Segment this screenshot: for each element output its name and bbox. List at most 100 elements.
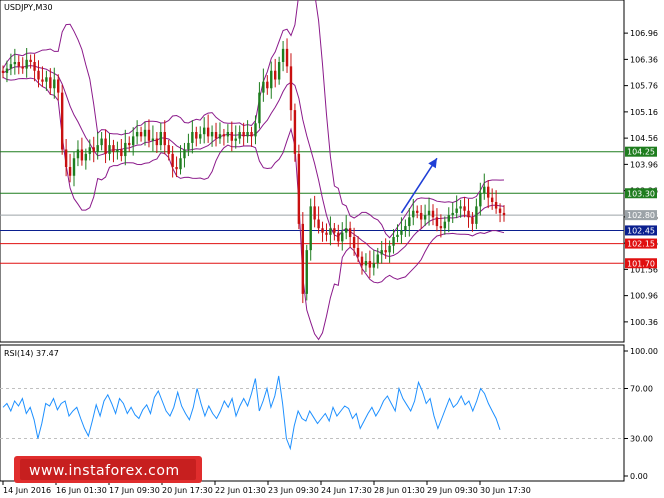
candle-body [273,70,277,80]
candle-body [262,81,265,93]
candle-body [289,66,293,111]
x-tick-label: 22 Jun 01:30 [215,486,266,495]
candle-body [408,217,411,227]
candle-body [25,59,28,69]
candle-body [226,132,230,137]
candle-body [376,254,379,264]
candle-body [9,64,13,69]
candle-body [104,138,107,154]
candle-body [187,142,190,150]
candle-body [45,77,48,82]
candle-body [293,110,297,154]
x-tick-label: 17 Jun 09:30 [109,486,160,495]
candle-body [341,232,344,242]
candle-body [329,228,332,235]
candle-body [321,228,324,233]
candle-body [475,206,478,224]
candle-body [479,193,482,207]
candle-body [195,132,198,139]
rsi-tick-label: 100.00 [630,347,658,356]
candle-body [427,210,431,216]
candle-body [147,129,151,141]
candle-body [17,62,20,67]
candle-body [210,132,214,137]
y-tick-label: 103.96 [630,160,658,169]
candle-body [372,263,376,268]
candle-body [60,92,64,150]
y-tick-label: 105.16 [630,108,658,117]
candle-body [494,202,498,209]
candle-body [490,197,494,202]
candle-body [471,217,474,224]
candle-body [246,132,249,137]
candle-body [467,210,470,218]
x-tick-label: 28 Jun 01:30 [374,486,425,495]
candle-body [191,132,194,143]
candle-body [317,219,320,229]
candle-body [21,66,24,69]
candle-body [37,70,40,80]
candle-body [412,210,415,218]
candle-body [498,208,502,213]
candle-body [502,212,506,216]
candle-body [419,212,423,220]
rsi-title: RSI(14) 37.47 [4,349,59,358]
candle-body [199,134,202,139]
candle-body [155,138,159,146]
y-tick-label: 106.36 [630,55,658,64]
rsi-y-axis: 100.00 70.00 30.00 0.00 [624,347,658,481]
rsi-tick-label: 30.00 [630,435,653,444]
rsi-tick-label: 0.00 [630,472,648,481]
candle-body [1,70,5,73]
candle-body [431,210,435,218]
candle-body [88,147,91,154]
candle-body [238,132,241,139]
candle-body [297,153,301,224]
candle-body [5,68,9,73]
candle-body [384,250,387,253]
candle-body [100,138,103,146]
candle-body [258,92,261,124]
candle-body [309,206,312,251]
candle-body [57,79,60,93]
x-tick-label: 29 Jun 09:30 [427,486,478,495]
candle-body [423,215,427,220]
x-tick-label: 24 Jun 17:30 [321,486,372,495]
y-tick-label: 100.96 [630,292,658,301]
candle-body [175,167,178,170]
candle-body [206,127,210,137]
candle-body [281,48,285,62]
candle-body [459,206,462,209]
x-tick-label: 23 Jun 09:30 [268,486,319,495]
candle-body [112,145,115,152]
y-tick-label: 104.56 [630,134,658,143]
candle-body [72,158,76,176]
candle-body [333,228,336,233]
x-tick-label: 16 Jun 01:30 [56,486,107,495]
candle-body [222,134,226,137]
candle-body [242,132,245,137]
candle-body [435,217,439,227]
candle-body [53,79,56,89]
candle-body [167,145,170,154]
chart-title: USDJPY,M30 [4,3,53,12]
price-level-label: 103.30 [627,189,655,198]
candle-body [163,132,166,146]
chart-area: USDJPY,M30 RSI(14) 37.47 106.96 106.36 105… [0,0,658,495]
candle-body [76,149,80,159]
candle-body [325,232,328,235]
candle-body [416,210,419,213]
candle-body [455,208,458,213]
candle-body [463,206,466,211]
candle-body [368,261,372,268]
candle-body [202,127,206,135]
candle-body [348,228,352,237]
candle-body [64,149,68,167]
watermark: www.instaforex.com [14,456,202,483]
candle-body [124,142,127,157]
candle-body [234,138,237,141]
price-level-label: 102.15 [627,240,655,249]
candle-body [68,167,72,176]
candle-body [179,158,182,170]
candle-body [451,212,454,216]
